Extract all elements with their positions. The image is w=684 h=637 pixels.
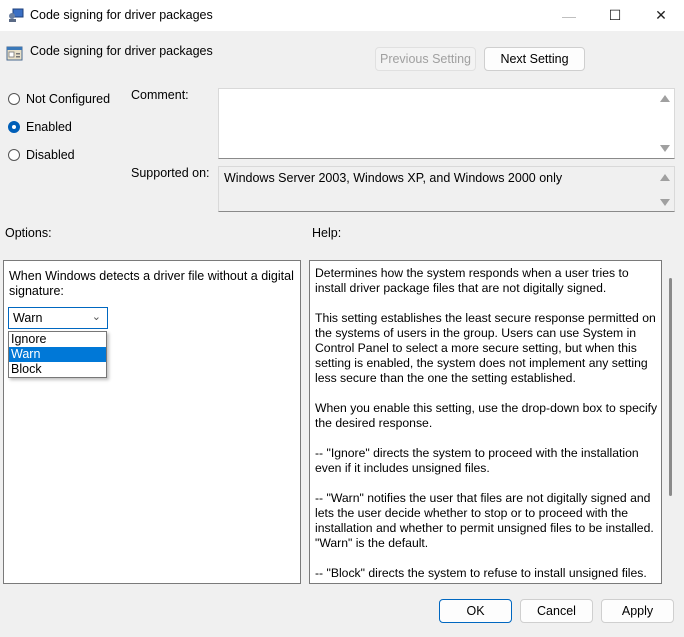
help-paragraph: -- "Ignore" directs the system to procee… [315,446,639,475]
scroll-down-icon[interactable] [660,145,670,152]
help-paragraph: This setting establishes the least secur… [315,311,656,385]
supported-on-label: Supported on: [131,166,210,180]
options-prompt: When Windows detects a driver file witho… [9,269,294,298]
policy-computer-icon [9,8,24,22]
response-dropdown[interactable]: Warn ⌄ [8,307,108,329]
scroll-down-icon[interactable] [660,199,670,206]
next-setting-button[interactable]: Next Setting [484,47,585,71]
scroll-up-icon[interactable] [660,95,670,102]
help-paragraph: -- "Block" directs the system to refuse … [315,566,647,580]
dropdown-list: Ignore Warn Block [8,331,107,378]
help-paragraph: Determines how the system responds when … [315,266,629,295]
help-text: Determines how the system responds when … [315,266,660,583]
radio-circle[interactable] [8,121,20,133]
radio-disabled[interactable]: Disabled [8,148,75,162]
dropdown-option-warn[interactable]: Warn [9,347,106,362]
setting-icon [6,46,23,61]
title-bar: Code signing for driver packages — ☐ ✕ [0,0,684,31]
cancel-button[interactable]: Cancel [520,599,593,623]
radio-enabled[interactable]: Enabled [8,120,72,134]
radio-label: Not Configured [26,92,111,106]
dropdown-option-block[interactable]: Block [9,362,106,377]
help-paragraph: When you enable this setting, use the dr… [315,401,658,430]
help-scrollbar-thumb[interactable] [669,278,672,496]
minimize-button[interactable]: — [546,0,592,31]
maximize-button[interactable]: ☐ [592,0,638,31]
help-label: Help: [312,226,342,240]
radio-circle[interactable] [8,93,20,105]
radio-label: Enabled [26,120,72,134]
previous-setting-button[interactable]: Previous Setting [375,47,476,71]
dropdown-option-ignore[interactable]: Ignore [9,332,106,347]
options-label: Options: [5,226,52,240]
radio-circle[interactable] [8,149,20,161]
comment-textarea[interactable] [218,88,675,159]
radio-not-configured[interactable]: Not Configured [8,92,110,106]
help-paragraph: -- "Warn" notifies the user that files a… [315,491,654,550]
comment-label: Comment: [131,88,189,102]
supported-on-value: Windows Server 2003, Windows XP, and Win… [224,171,563,185]
setting-title: Code signing for driver packages [30,44,213,58]
chevron-down-icon: ⌄ [91,311,101,323]
ok-button[interactable]: OK [439,599,512,623]
supported-on-field: Windows Server 2003, Windows XP, and Win… [218,166,675,212]
help-panel: Determines how the system responds when … [309,260,662,584]
close-button[interactable]: ✕ [638,0,684,31]
apply-button[interactable]: Apply [601,599,674,623]
radio-label: Disabled [26,148,75,162]
window-title: Code signing for driver packages [30,8,213,22]
dropdown-value: Warn [13,311,43,325]
scroll-up-icon[interactable] [660,174,670,181]
